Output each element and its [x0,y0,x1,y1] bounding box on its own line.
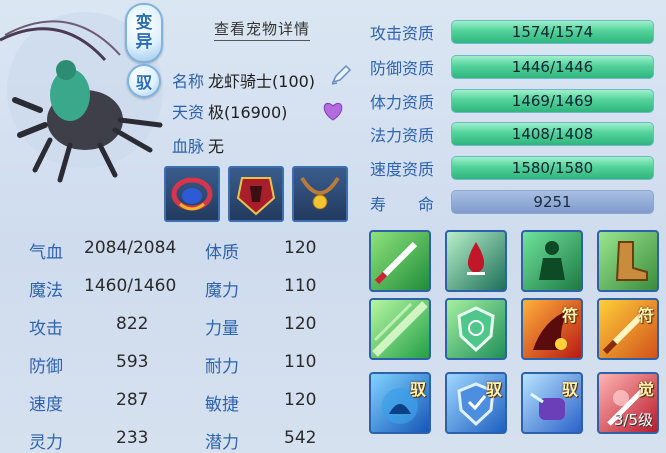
skill-slot-8[interactable]: 符 [597,298,659,360]
fu-tag: 符 [561,306,578,325]
apt-label-speed: 速度资质 [370,160,435,179]
collar-icon [171,177,213,211]
equipment-slot-collar[interactable] [164,166,220,222]
stat-value-spirit: 233 [116,428,149,448]
aptitude-value: 极(16900) [208,103,288,122]
life-bar: 9251 [451,190,654,214]
figure-icon [539,241,565,280]
skill-level-label: 3/5级 [613,411,653,429]
attr-value-agility: 120 [284,390,317,410]
aptitude-label: 天资 [172,103,205,122]
stat-label-attack: 攻击 [29,319,63,339]
skill-slot-6[interactable] [445,298,507,360]
edit-name-icon[interactable] [328,62,354,88]
yu-tag: 驭 [409,380,426,399]
stat-label-speed: 速度 [29,395,63,415]
apt-bar-stamina: 1469/1469 [451,89,654,113]
heart-icon[interactable] [322,101,344,121]
armor-icon [236,177,276,216]
attr-label-agility: 敏捷 [205,395,239,415]
skill-slot-3[interactable] [521,230,583,292]
life-label: 寿 命 [370,195,435,214]
apt-label-mana: 法力资质 [370,126,435,145]
skill-slot-11[interactable]: 驭 [521,372,583,434]
stat-value-attack: 822 [116,314,149,334]
attr-label-potential: 潜力 [205,433,239,453]
yu-tag: 驭 [485,380,502,399]
shield-icon [457,306,495,353]
bloodline-value: 无 [208,137,225,156]
stat-label-defense: 防御 [29,357,63,377]
blood-drop-icon [467,242,485,275]
apt-bar-speed: 1580/1580 [451,156,654,180]
skill-slot-9[interactable]: 驭 [369,372,431,434]
light-burst-icon [372,301,428,357]
skill-slot-1[interactable] [369,230,431,292]
necklace-icon [300,176,340,210]
stat-label-hp: 气血 [29,243,63,263]
stat-value-mp: 1460/1460 [84,276,177,296]
attr-label-strength: 力量 [205,319,239,339]
view-pet-details-link[interactable]: 查看宠物详情 [214,18,311,41]
bloodline-label: 血脉 [172,137,205,156]
skill-slot-7[interactable]: 符 [521,298,583,360]
stat-label-spirit: 灵力 [29,433,63,453]
sword-strike-icon [374,241,418,285]
pet-bloodline-row: 血脉 无 [172,133,224,157]
jue-tag: 觉 [637,380,654,399]
skill-slot-4[interactable] [597,230,659,292]
attr-label-magic: 魔力 [205,281,239,301]
name-value: 龙虾骑士(100) [208,72,316,91]
stat-value-hp: 2084/2084 [84,238,177,258]
attr-label-endurance: 耐力 [205,357,239,377]
apt-label-stamina: 体力资质 [370,93,435,112]
equipment-slot-armor[interactable] [228,166,284,222]
skill-slot-2[interactable] [445,230,507,292]
attr-value-constitution: 120 [284,238,317,258]
pet-aptitude-row: 天资 极(16900) [172,99,287,123]
stat-label-mp: 魔法 [29,281,63,301]
attr-value-potential: 542 [284,428,317,448]
apt-label-attack: 攻击资质 [370,24,435,43]
stat-value-speed: 287 [116,390,149,410]
attr-value-magic: 110 [284,276,317,296]
apt-bar-mana: 1408/1408 [451,122,654,146]
skill-slot-5[interactable] [369,298,431,360]
fu-tag: 符 [637,306,654,325]
boot-icon [615,241,648,281]
apt-bar-attack: 1574/1574 [451,20,654,44]
skill-slot-12[interactable]: 觉 3/5级 [597,372,659,434]
stat-value-defense: 593 [116,352,149,372]
skill-slot-10[interactable]: 驭 [445,372,507,434]
apt-bar-defense: 1446/1446 [451,55,654,79]
equipment-slot-necklace[interactable] [292,166,348,222]
pet-name-row: 名称 龙虾骑士(100) [172,68,315,92]
yu-tag: 驭 [561,380,578,399]
attr-label-constitution: 体质 [205,243,239,263]
attr-value-strength: 120 [284,314,317,334]
attr-value-endurance: 110 [284,352,317,372]
name-label: 名称 [172,72,205,91]
tame-badge: 驭 [127,64,161,98]
mutation-badge: 变 异 [125,3,163,63]
apt-label-defense: 防御资质 [370,59,435,78]
